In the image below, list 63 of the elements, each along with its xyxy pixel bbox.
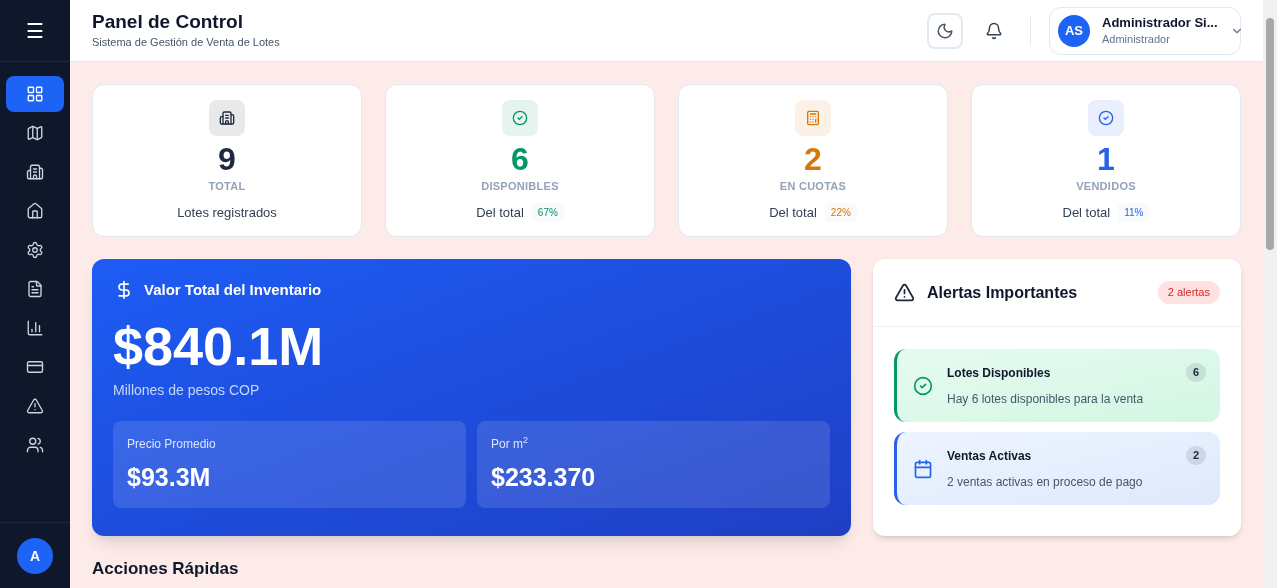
stat-caption: Del total <box>476 203 524 222</box>
percent-badge: 67% <box>531 202 564 222</box>
user-role: Administrador <box>1102 31 1170 47</box>
home-icon <box>26 202 44 220</box>
alert-item[interactable]: Lotes Disponibles Hay 6 lotes disponibles para la venta 6 <box>894 349 1220 422</box>
stat-value: 2 <box>804 140 822 178</box>
stat-value: 1 <box>1097 140 1115 178</box>
theme-toggle-button[interactable] <box>927 12 963 49</box>
stat-label: DISPONIBLES <box>481 179 559 194</box>
user-avatar[interactable]: A <box>17 537 53 574</box>
bar-chart-icon <box>26 319 44 337</box>
user-menu[interactable]: AS Administrador Si... Administrador <box>1049 6 1241 55</box>
stat-value: 9 <box>218 140 236 178</box>
check-circle-icon <box>512 110 528 126</box>
building-icon <box>26 163 44 181</box>
user-avatar: AS <box>1058 14 1090 47</box>
user-name: Administrador Si... <box>1102 14 1218 31</box>
calendar-icon <box>913 458 933 479</box>
menu-button[interactable]: ☰ <box>26 20 44 41</box>
warning-icon <box>26 397 44 415</box>
map-icon <box>26 124 44 142</box>
alert-title: Ventas Activas <box>947 447 1033 465</box>
alert-title: Lotes Disponibles <box>947 364 1052 382</box>
stat-caption: Lotes registrados <box>177 203 277 222</box>
stat-caption: Del total <box>1062 203 1111 222</box>
section-title: Acciones Rápidas <box>92 558 240 580</box>
alert-count: 6 <box>1185 363 1206 382</box>
bell-icon <box>985 21 1003 40</box>
alert-count-badge: 2 alertas <box>1157 281 1220 304</box>
alert-text: 2 ventas activas en proceso de pago <box>947 473 1144 491</box>
metric-label: Por m$^{2}$ <box>491 434 530 453</box>
check-circle-icon <box>1098 110 1114 126</box>
card-title: Alertas Importantes <box>927 282 1078 303</box>
calculator-icon <box>805 110 821 126</box>
nav-item[interactable] <box>6 76 64 112</box>
document-icon <box>26 280 44 298</box>
alert-text: Hay 6 lotes disponibles para la venta <box>947 390 1145 408</box>
page-subtitle: Sistema de Gestión de Venta de Lotes <box>92 35 280 51</box>
card-title: Valor Total del Inventario <box>144 280 322 300</box>
check-circle-icon <box>913 375 933 396</box>
scrollbar[interactable] <box>1263 0 1277 588</box>
alert-item[interactable]: Ventas Activas 2 ventas activas en proceso de pago 2 <box>894 432 1220 505</box>
settings-icon <box>26 241 44 259</box>
metric-value: $93.3M <box>127 461 212 493</box>
percent-badge: 22% <box>824 202 857 222</box>
inventory-value: $840.1M <box>113 314 325 378</box>
stat-value: 6 <box>511 140 529 178</box>
stat-label: VENDIDOS <box>1076 179 1136 194</box>
stat-caption: Del total <box>769 203 817 222</box>
metric-label: Precio Promedio <box>127 435 217 453</box>
percent-badge: 11% <box>1118 202 1150 222</box>
credit-card-icon <box>26 358 44 376</box>
building-icon <box>219 110 235 126</box>
stat-label: EN CUOTAS <box>779 179 847 194</box>
users-icon <box>26 436 44 454</box>
warning-icon <box>894 282 915 303</box>
metric-value: $233.370 <box>491 461 597 493</box>
grid-icon <box>26 85 44 103</box>
page-title: Panel de Control <box>92 10 244 35</box>
moon-icon <box>936 21 954 40</box>
inventory-unit: Millones de pesos COP <box>113 380 261 400</box>
stat-label: TOTAL <box>208 179 246 194</box>
alert-count: 2 <box>1185 446 1206 465</box>
